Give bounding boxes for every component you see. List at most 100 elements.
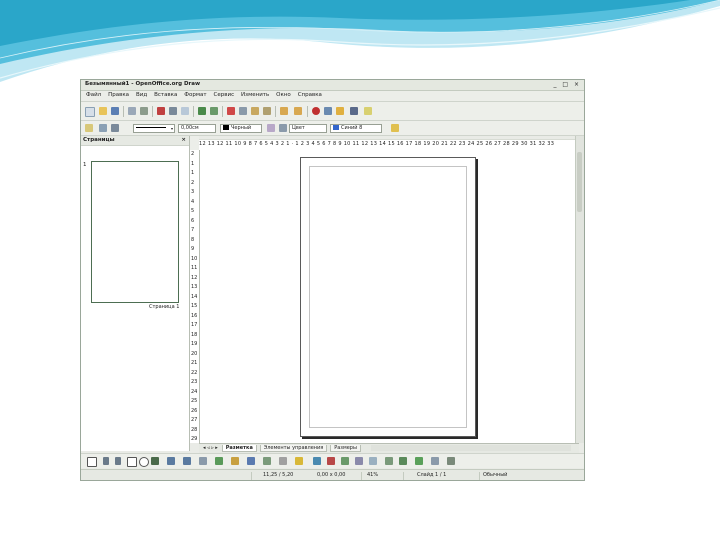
fontwork-icon[interactable] — [341, 457, 349, 465]
menu-tools[interactable]: Сервис — [214, 92, 235, 98]
line-color-swatch — [223, 125, 229, 130]
area-style-select[interactable]: Цвет — [289, 124, 327, 133]
points-icon[interactable] — [313, 457, 321, 465]
ruler-tick-label: 12 — [191, 275, 198, 281]
vertical-scroll-thumb[interactable] — [577, 152, 582, 212]
curve-tool-icon[interactable] — [167, 457, 175, 465]
spellcheck-icon[interactable] — [198, 107, 206, 115]
menu-view[interactable]: Вид — [136, 92, 147, 98]
save-icon[interactable] — [111, 107, 119, 115]
arrange-icon[interactable] — [415, 457, 423, 465]
ruler-tick-label: 2 — [191, 151, 195, 157]
ruler-corner — [190, 136, 199, 150]
line-color-select[interactable]: Черный — [220, 124, 262, 133]
menu-bar: Файл Правка Вид Вставка Формат Сервис Из… — [81, 91, 584, 102]
paste-icon[interactable] — [251, 107, 259, 115]
ruler-tick-label: 22 — [191, 370, 198, 376]
image-icon[interactable] — [336, 107, 344, 115]
menu-insert[interactable]: Вставка — [154, 92, 177, 98]
text-tool-icon[interactable] — [151, 457, 159, 465]
decorative-wave-header — [0, 0, 720, 82]
flowchart-icon[interactable] — [263, 457, 271, 465]
toggle-3d-icon[interactable] — [447, 457, 455, 465]
line-tool-icon[interactable] — [103, 457, 109, 465]
line-style-select[interactable]: ▾ — [133, 124, 175, 133]
stars-icon[interactable] — [295, 457, 303, 465]
cut-icon[interactable] — [227, 107, 235, 115]
chart-icon[interactable] — [312, 107, 320, 115]
menu-help[interactable]: Справка — [298, 92, 322, 98]
menu-modify[interactable]: Изменить — [241, 92, 269, 98]
symbol-shapes-icon[interactable] — [231, 457, 239, 465]
menu-file[interactable]: Файл — [86, 92, 101, 98]
menu-format[interactable]: Формат — [184, 92, 206, 98]
status-zoom[interactable]: 41% — [367, 472, 378, 478]
extrusion-icon[interactable] — [431, 457, 439, 465]
callouts-icon[interactable] — [279, 457, 287, 465]
menu-window[interactable]: Окно — [276, 92, 291, 98]
rectangle-tool-icon[interactable] — [127, 457, 137, 467]
horizontal-scrollbar[interactable] — [371, 445, 571, 451]
status-divider — [361, 472, 362, 480]
navigator-icon[interactable] — [350, 107, 358, 115]
ruler-tick-label: 21 — [191, 360, 198, 366]
lines-arrows-icon[interactable] — [199, 457, 207, 465]
table-icon[interactable] — [324, 107, 332, 115]
undo-icon[interactable] — [280, 107, 288, 115]
line-arrow-tool-icon[interactable] — [115, 457, 121, 465]
redo-icon[interactable] — [294, 107, 302, 115]
gluepoints-icon[interactable] — [327, 457, 335, 465]
basic-shapes-icon[interactable] — [215, 457, 223, 465]
print-icon[interactable] — [169, 107, 177, 115]
block-arrows-icon[interactable] — [247, 457, 255, 465]
ruler-tick-label: 9 — [191, 246, 195, 252]
line-icon[interactable] — [99, 124, 107, 132]
edit-file-icon[interactable] — [140, 107, 148, 115]
close-pane-icon[interactable]: × — [181, 137, 186, 143]
toolbar-separator — [222, 106, 223, 117]
clone-formatting-icon[interactable] — [263, 107, 271, 115]
shadow-toggle-icon[interactable] — [391, 124, 399, 132]
tab-controls[interactable]: Элементы управления — [259, 445, 328, 452]
email-icon[interactable] — [128, 107, 136, 115]
drawing-canvas[interactable] — [200, 150, 576, 443]
export-pdf-icon[interactable] — [157, 107, 165, 115]
shadow-icon[interactable] — [279, 124, 287, 132]
status-layout: Обычный — [483, 472, 508, 478]
align-icon[interactable] — [399, 457, 407, 465]
tab-dimension-lines[interactable]: Размеры — [330, 445, 361, 452]
help-icon[interactable] — [364, 107, 372, 115]
tab-layout[interactable]: Разметка — [221, 445, 257, 452]
tab-navigation-arrows[interactable]: ◂ ◃ ▹ ▸ — [203, 445, 218, 451]
from-file-icon[interactable] — [355, 457, 363, 465]
ruler-tick-label: 24 — [191, 389, 198, 395]
vertical-scrollbar[interactable] — [575, 136, 584, 443]
gallery-icon[interactable] — [369, 457, 377, 465]
select-arrow-icon[interactable] — [87, 457, 97, 467]
ruler-tick-label: 8 — [191, 237, 195, 243]
ruler-tick-label: 13 — [191, 284, 198, 290]
status-slide: Слайд 1 / 1 — [417, 472, 447, 478]
area-icon[interactable] — [267, 124, 275, 132]
area-color-label: Синий 8 — [341, 125, 363, 131]
line-width-field[interactable]: 0,00см — [178, 124, 216, 133]
arrow-style-icon[interactable] — [111, 124, 119, 132]
print-preview-icon[interactable] — [181, 107, 189, 115]
ellipse-tool-icon[interactable] — [139, 457, 149, 467]
menu-edit[interactable]: Правка — [108, 92, 129, 98]
ruler-tick-label: 2 — [191, 180, 195, 186]
page-thumbnail[interactable] — [91, 161, 179, 303]
ruler-tick-label: 7 — [191, 227, 195, 233]
drawing-page[interactable] — [300, 157, 476, 437]
copy-icon[interactable] — [239, 107, 247, 115]
connector-tool-icon[interactable] — [183, 457, 191, 465]
styles-icon[interactable] — [85, 124, 93, 132]
new-document-icon[interactable] — [85, 107, 95, 117]
rotate-icon[interactable] — [385, 457, 393, 465]
open-folder-icon[interactable] — [99, 107, 107, 115]
line-color-label: Черный — [231, 125, 252, 131]
vertical-ruler[interactable]: 2 1 1 2 3 4 5 6 7 8 9 10 11 12 13 14 15 … — [190, 150, 200, 443]
area-color-select[interactable]: Синий 8 — [330, 124, 382, 133]
window-controls[interactable]: _ □ × — [553, 81, 581, 88]
autospellcheck-icon[interactable] — [210, 107, 218, 115]
